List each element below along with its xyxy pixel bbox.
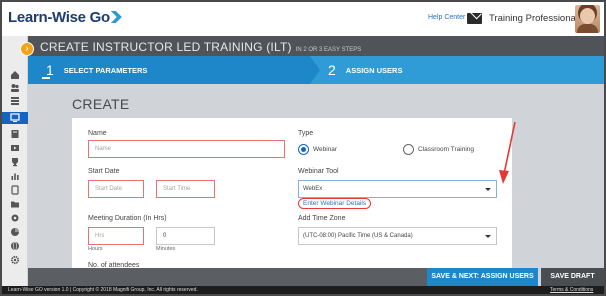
radio-unselected-icon bbox=[403, 144, 414, 155]
steps-bar: 1 SELECT PARAMETERS 2 ASSIGN USERS bbox=[28, 56, 604, 84]
help-center-link[interactable]: Help Center bbox=[428, 14, 465, 21]
trophy-icon[interactable] bbox=[9, 157, 21, 166]
list-icon[interactable] bbox=[9, 96, 21, 105]
mail-icon[interactable] bbox=[467, 13, 482, 24]
minutes-caption: Minutes bbox=[156, 246, 176, 252]
hours-input[interactable]: Hrs bbox=[88, 227, 144, 245]
type-label: Type bbox=[298, 130, 314, 137]
step-label: SELECT PARAMETERS bbox=[63, 65, 148, 75]
step-number: 2 bbox=[328, 62, 336, 78]
start-date-label: Start Date bbox=[88, 168, 120, 175]
top-bar: Learn-Wise Go Help Center Training Profe… bbox=[2, 2, 604, 36]
avatar[interactable] bbox=[575, 5, 600, 33]
start-date-input[interactable]: Start Date bbox=[88, 180, 144, 198]
name-input[interactable]: Name bbox=[88, 140, 285, 158]
page-subtitle: IN 2 OR 3 EASY STEPS bbox=[295, 47, 362, 53]
duration-label: Meeting Duration (In Hrs) bbox=[88, 215, 167, 222]
minutes-input[interactable]: 0 bbox=[156, 227, 215, 245]
webinar-tool-select[interactable]: WebEx bbox=[298, 180, 497, 198]
start-time-input[interactable]: Start Time bbox=[156, 180, 215, 198]
radio-label: Webinar bbox=[313, 146, 338, 153]
book-icon[interactable] bbox=[9, 129, 21, 138]
copyright-text: Learn-Wise GO version 1.0 | Copyright © … bbox=[8, 287, 198, 293]
radio-label: Classroom Training bbox=[418, 146, 474, 153]
radio-selected-icon bbox=[298, 144, 309, 155]
time-zone-label: Add Time Zone bbox=[298, 215, 346, 222]
save-draft-button[interactable]: SAVE DRAFT bbox=[541, 268, 604, 286]
ilt-icon[interactable] bbox=[2, 112, 28, 124]
sidebar bbox=[2, 36, 28, 286]
gear-icon[interactable] bbox=[9, 255, 21, 264]
save-next-button[interactable]: SAVE & NEXT: ASSIGN USERS bbox=[427, 268, 538, 286]
active-step-indicator bbox=[42, 77, 50, 79]
chevron-right-icon[interactable]: › bbox=[20, 42, 34, 56]
time-zone-select[interactable]: (UTC-08:00) Pacific Time (US & Canada) bbox=[298, 227, 497, 245]
media-icon[interactable] bbox=[9, 143, 21, 152]
logo[interactable]: Learn-Wise Go bbox=[8, 9, 122, 26]
webinar-tool-value: WebEx bbox=[303, 186, 323, 192]
user-name[interactable]: Training Professional bbox=[489, 13, 578, 24]
enter-webinar-details-link[interactable]: Enter Webinar Details bbox=[298, 198, 372, 209]
footer: Learn-Wise GO version 1.0 | Copyright © … bbox=[2, 286, 604, 294]
webinar-tool-label: Webinar Tool bbox=[298, 168, 339, 175]
step-select-parameters[interactable]: 1 SELECT PARAMETERS bbox=[28, 56, 320, 84]
settings-icon[interactable] bbox=[9, 213, 21, 222]
type-radio-classroom[interactable]: Classroom Training bbox=[403, 144, 474, 155]
page-title: CREATE INSTRUCTOR LED TRAINING (ILT) IN 2… bbox=[40, 40, 361, 54]
time-zone-value: (UTC-08:00) Pacific Time (US & Canada) bbox=[303, 233, 413, 239]
logo-text: Learn-Wise Go bbox=[8, 9, 110, 26]
page-title-text: CREATE INSTRUCTOR LED TRAINING (ILT) bbox=[40, 40, 292, 54]
people-icon[interactable] bbox=[9, 83, 21, 92]
pie-icon[interactable] bbox=[9, 227, 21, 236]
section-heading: CREATE bbox=[72, 96, 130, 112]
step-assign-users[interactable]: 2 ASSIGN USERS bbox=[328, 56, 402, 84]
step-label: ASSIGN USERS bbox=[345, 65, 403, 75]
chart-icon[interactable] bbox=[9, 171, 21, 180]
logo-chevron-icon bbox=[110, 11, 122, 23]
chevron-down-icon bbox=[485, 235, 491, 238]
app-window: Learn-Wise Go Help Center Training Profe… bbox=[0, 0, 606, 296]
type-radio-webinar[interactable]: Webinar bbox=[298, 144, 337, 155]
hours-caption: Hours bbox=[88, 246, 103, 252]
terms-link[interactable]: Terms & Conditions bbox=[550, 287, 593, 293]
globe-icon[interactable] bbox=[9, 241, 21, 250]
annotation-arrow-icon bbox=[499, 121, 516, 184]
step-number: 1 bbox=[46, 62, 54, 78]
home-icon[interactable] bbox=[9, 70, 21, 79]
page-header: CREATE INSTRUCTOR LED TRAINING (ILT) IN 2… bbox=[28, 36, 604, 56]
action-bar bbox=[28, 268, 427, 286]
device-icon[interactable] bbox=[9, 184, 21, 195]
folder-icon[interactable] bbox=[9, 199, 21, 208]
name-label: Name bbox=[88, 130, 107, 137]
form-card: Name Name Start Date Start Date Start Ti… bbox=[72, 118, 512, 292]
